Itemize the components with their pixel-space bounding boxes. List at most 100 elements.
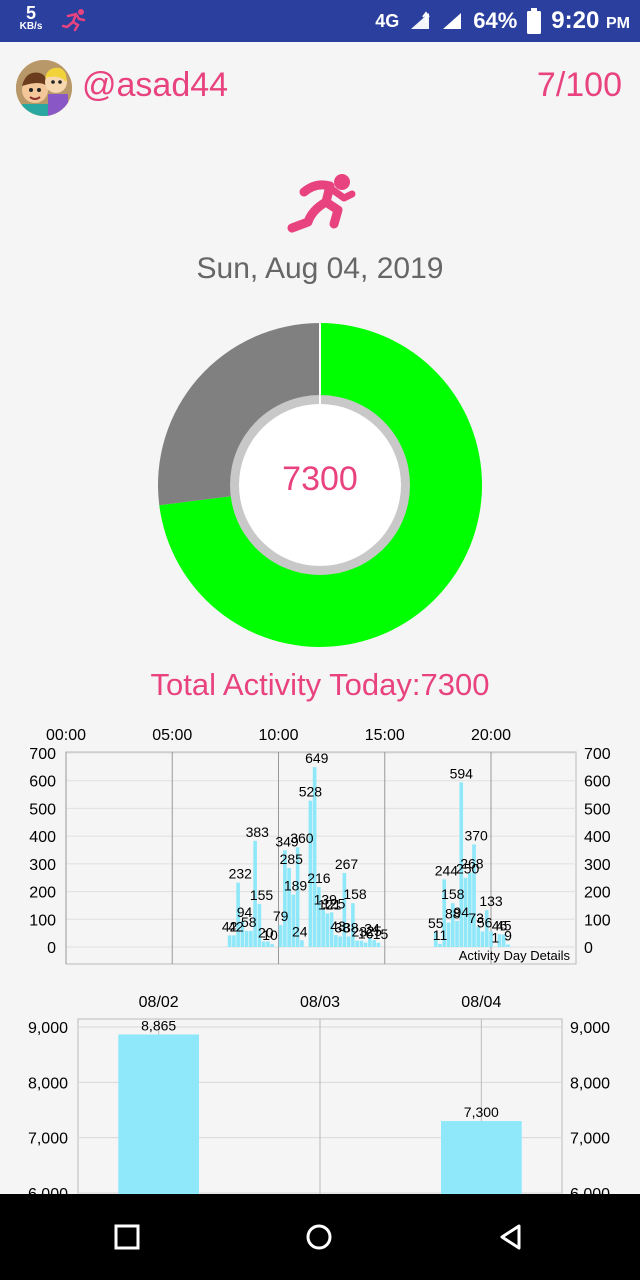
daily-chart-y-tick-left: 7,000 xyxy=(28,1131,68,1148)
daily-bar[interactable] xyxy=(441,1121,522,1195)
clock-time: 9:20 xyxy=(551,7,600,34)
hourly-bar-label: 267 xyxy=(335,856,359,872)
hourly-bar xyxy=(232,935,236,947)
hourly-chart-y-tick-right: 100 xyxy=(584,912,611,929)
battery-icon xyxy=(527,8,542,34)
hourly-chart-y-tick-right: 600 xyxy=(584,774,611,791)
hourly-bar-label: 649 xyxy=(305,750,329,766)
signal-icon xyxy=(411,11,431,29)
hourly-bar-label: 56 xyxy=(477,914,493,930)
network-speed-value: 5 xyxy=(25,3,36,23)
hourly-bar xyxy=(334,935,338,947)
date-label: Sun, Aug 04, 2019 xyxy=(196,252,444,285)
hourly-bar-label: 216 xyxy=(307,870,331,886)
hourly-chart-x-tick: 20:00 xyxy=(471,727,511,744)
daily-activity-chart[interactable]: 6,000 6,0007,000 7,0008,000 8,0009,000 9,000… xyxy=(0,985,640,1195)
home-button[interactable] xyxy=(296,1214,342,1260)
hourly-bar xyxy=(244,930,249,947)
hourly-activity-chart[interactable]: 4242232945838315520107934928518936024528… xyxy=(0,720,640,970)
hourly-chart-description: Activity Day Details xyxy=(459,948,571,963)
recents-icon xyxy=(114,1224,140,1250)
hourly-bar-label: 232 xyxy=(229,866,253,882)
goal-counter: 7/100 xyxy=(536,66,622,104)
hourly-bar-label: 370 xyxy=(464,827,488,843)
hourly-bar-label: 268 xyxy=(460,856,484,872)
hourly-chart-y-tick-left: 200 xyxy=(29,885,56,902)
hourly-bar-label: 125 xyxy=(322,895,346,911)
daily-chart-x-tick: 08/04 xyxy=(461,994,501,1011)
donut-center-value: 7300 xyxy=(282,460,358,498)
daily-chart-axis-labels: 6,000 6,0007,000 7,0008,000 8,0009,000 9,000… xyxy=(28,994,610,1195)
daily-chart-y-tick-right: 9,000 xyxy=(570,1020,610,1037)
hourly-bar-label: 383 xyxy=(246,824,270,840)
hourly-bar-label: 58 xyxy=(241,914,257,930)
hourly-chart-y-tick-right: 500 xyxy=(584,801,611,818)
hourly-chart-y-tick-left: 400 xyxy=(29,829,56,846)
runner-icon xyxy=(287,174,356,233)
hourly-chart-x-tick: 10:00 xyxy=(258,727,298,744)
hourly-bar-label: 10 xyxy=(262,927,278,943)
hourly-bar xyxy=(506,944,510,947)
hourly-bar xyxy=(321,908,325,947)
network-speed: 5 KB/s xyxy=(14,4,48,32)
hourly-bar xyxy=(359,940,364,947)
daily-chart-y-tick-left: 9,000 xyxy=(28,1020,68,1037)
hourly-chart-y-tick-right: 700 xyxy=(584,746,611,763)
status-bar: 5 KB/s 4G 64% 9:20 PM xyxy=(0,0,640,42)
hourly-bar-label: 285 xyxy=(280,851,304,867)
daily-chart-y-tick-right: 7,000 xyxy=(570,1131,610,1148)
network-speed-unit: KB/s xyxy=(19,21,43,32)
hourly-bar xyxy=(325,913,330,947)
home-icon xyxy=(306,1224,332,1250)
hourly-bar-label: 158 xyxy=(441,886,465,902)
back-button[interactable] xyxy=(488,1214,534,1260)
hourly-chart-y-tick-left: 300 xyxy=(29,857,56,874)
total-activity-label: Total Activity Today:7300 xyxy=(150,667,490,702)
hourly-bar-label: 189 xyxy=(284,878,308,894)
hourly-bar-label: 9 xyxy=(504,928,512,944)
daily-bar[interactable] xyxy=(118,1034,199,1195)
recents-button[interactable] xyxy=(104,1214,150,1260)
hourly-bar xyxy=(227,935,232,947)
hourly-bar xyxy=(278,925,283,947)
hourly-bar-label: 94 xyxy=(453,904,469,920)
username[interactable]: @asad44 xyxy=(82,66,228,105)
hourly-bar-label: 79 xyxy=(273,908,289,924)
network-type: 4G xyxy=(375,10,400,31)
clock-ampm: PM xyxy=(606,15,630,32)
daily-bar-label: 8,865 xyxy=(141,1017,176,1033)
runner-notification-icon xyxy=(62,9,86,32)
daily-chart-x-tick: 08/02 xyxy=(139,994,179,1011)
hourly-chart-y-tick-left: 500 xyxy=(29,801,56,818)
hourly-bar xyxy=(480,931,485,947)
hourly-chart-value-labels: 4242232945838315520107934928518936024528… xyxy=(222,750,512,946)
hourly-bar xyxy=(376,942,381,947)
hourly-chart-y-tick-left: 600 xyxy=(29,774,56,791)
hourly-chart-x-tick: 15:00 xyxy=(365,727,405,744)
hourly-bar xyxy=(270,944,274,947)
hourly-chart-y-tick-right: 0 xyxy=(584,940,593,957)
hourly-bar xyxy=(249,930,253,947)
battery-percent: 64% xyxy=(473,8,518,33)
hourly-bar xyxy=(346,936,351,947)
hourly-bar-label: 360 xyxy=(290,830,314,846)
hourly-bar xyxy=(438,943,442,947)
avatar-image xyxy=(16,60,72,116)
hourly-chart-y-tick-left: 0 xyxy=(47,940,56,957)
hourly-chart-y-tick-right: 200 xyxy=(584,885,611,902)
daily-bar-label: 7,300 xyxy=(464,1104,499,1120)
hourly-bar-label: 15 xyxy=(373,926,389,942)
hourly-bar-label: 24 xyxy=(292,923,308,939)
hourly-bar-label: 158 xyxy=(343,886,367,902)
avatar[interactable] xyxy=(16,60,72,116)
navigation-bar xyxy=(0,1194,640,1280)
hourly-chart-y-tick-left: 100 xyxy=(29,912,56,929)
hourly-chart-y-tick-right: 400 xyxy=(584,829,611,846)
hourly-bar xyxy=(355,940,359,947)
daily-chart-x-tick: 08/03 xyxy=(300,994,340,1011)
hourly-bar-label: 594 xyxy=(450,765,474,781)
hourly-bar xyxy=(338,936,342,947)
hourly-bar-label: 155 xyxy=(250,887,274,903)
hourly-chart-y-tick-right: 300 xyxy=(584,857,611,874)
hourly-bar-label: 244 xyxy=(435,862,459,878)
